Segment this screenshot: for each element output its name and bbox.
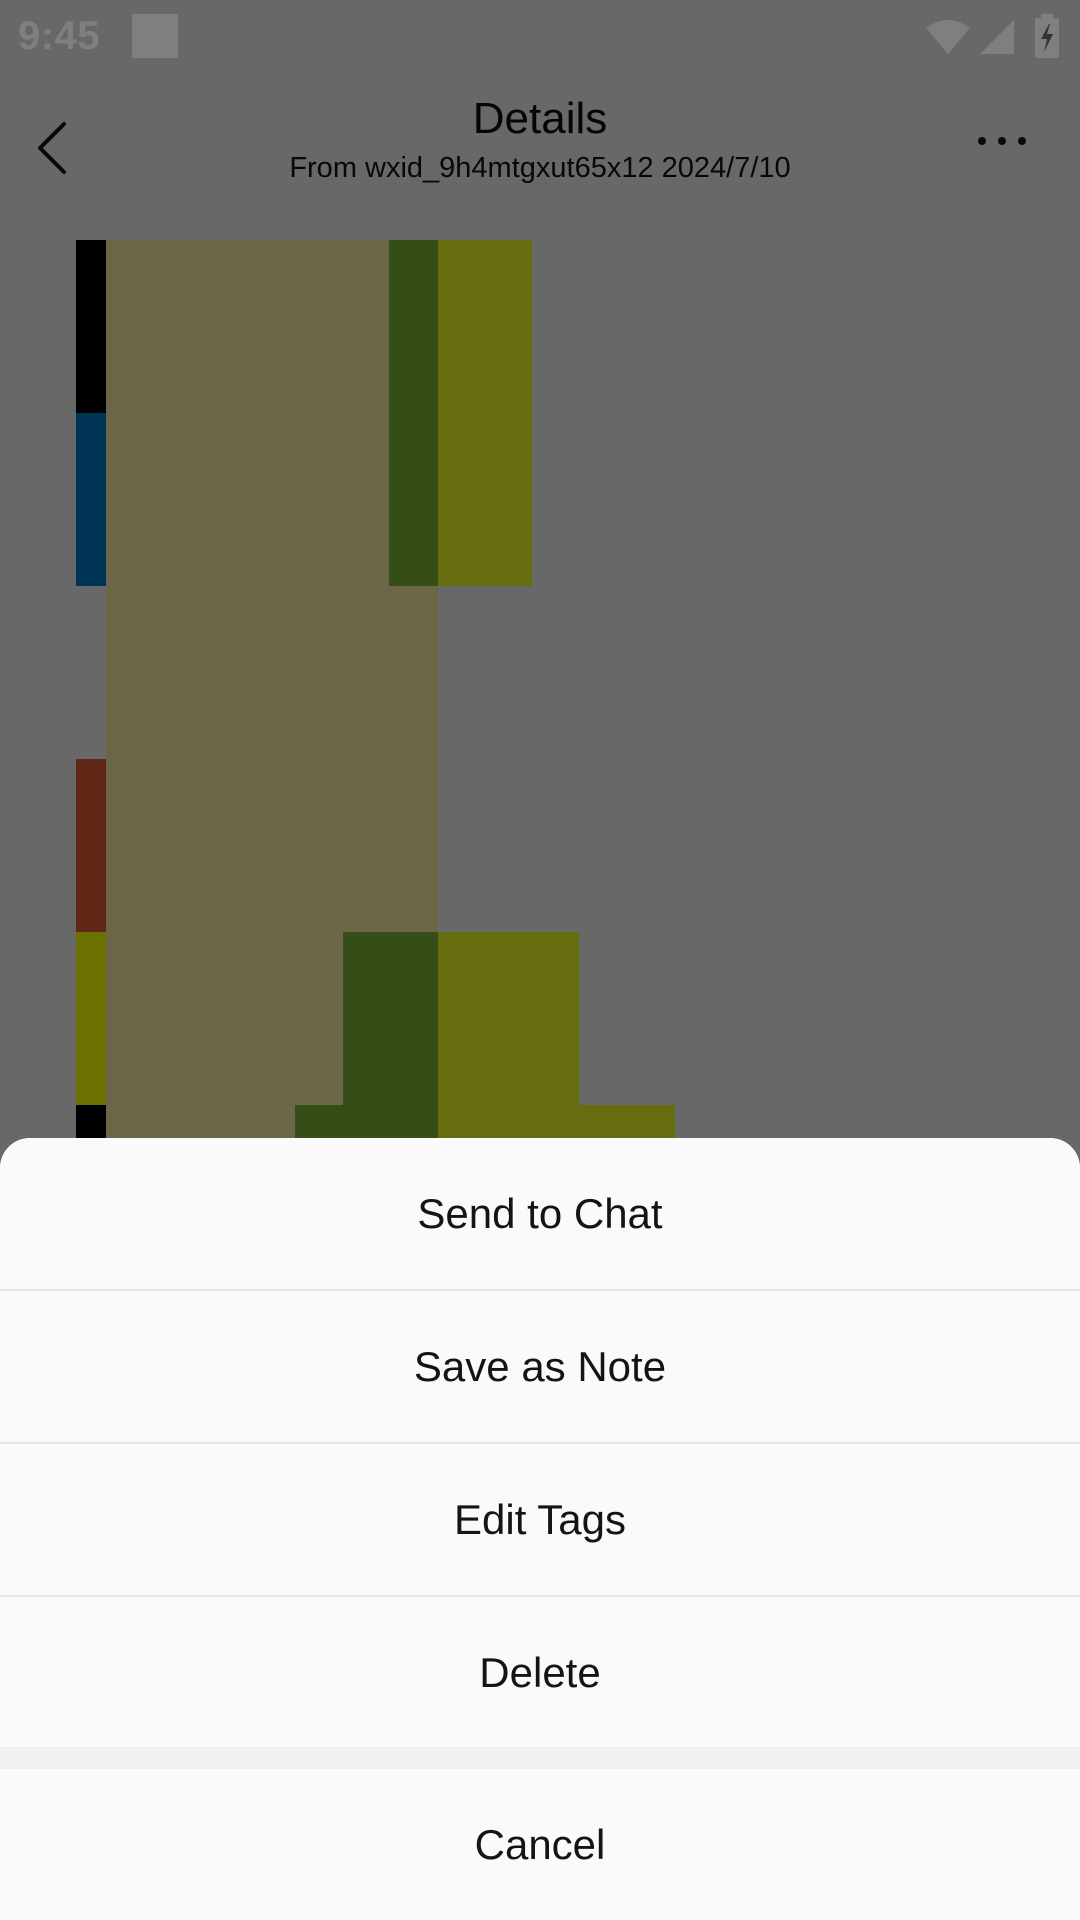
sheet-separator <box>0 1747 1080 1769</box>
delete-option[interactable]: Delete <box>0 1597 1080 1749</box>
edit-tags-option[interactable]: Edit Tags <box>0 1444 1080 1596</box>
cancel-button[interactable]: Cancel <box>0 1769 1080 1920</box>
action-sheet: Send to Chat Save as Note Edit Tags Dele… <box>0 1138 1080 1920</box>
save-as-note-option[interactable]: Save as Note <box>0 1291 1080 1443</box>
send-to-chat-option[interactable]: Send to Chat <box>0 1138 1080 1290</box>
